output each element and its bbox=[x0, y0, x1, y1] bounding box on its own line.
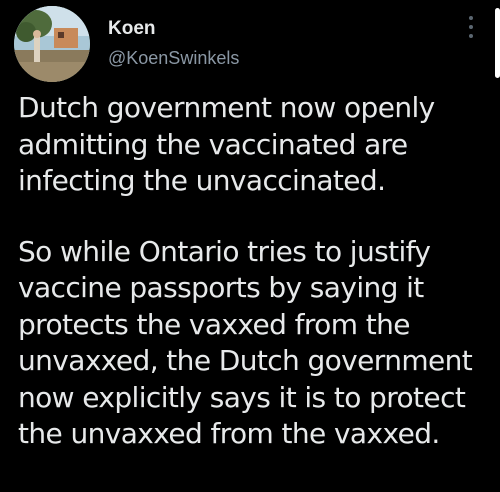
tweet-header: Koen @KoenSwinkels bbox=[14, 6, 484, 82]
scrollbar[interactable] bbox=[495, 8, 500, 78]
tweet-line: now explicitly says it is to protect bbox=[18, 380, 466, 414]
user-handle[interactable]: @KoenSwinkels bbox=[108, 48, 239, 68]
tweet-text: Dutch government now openly admitting th… bbox=[18, 90, 488, 453]
tweet-line: vaccine passports by saying it bbox=[18, 271, 424, 304]
tweet-line: Dutch government now openly bbox=[18, 91, 435, 124]
avatar[interactable] bbox=[14, 6, 90, 82]
tweet-line: protects the vaxxed from the bbox=[18, 307, 410, 341]
tweet-line: infecting the unvaccinated. bbox=[18, 164, 386, 197]
profile-photo-icon bbox=[14, 6, 90, 82]
author-names: Koen @KoenSwinkels bbox=[108, 18, 239, 68]
tweet-paragraph: Dutch government now openly admitting th… bbox=[18, 90, 488, 200]
tweet-paragraph: So while Ontario tries to justify vaccin… bbox=[18, 234, 488, 453]
display-name[interactable]: Koen bbox=[108, 18, 239, 40]
tweet-line: unvaxxed, the Dutch government bbox=[18, 344, 473, 377]
more-vertical-icon[interactable] bbox=[466, 16, 476, 44]
tweet-line: So while Ontario tries to justify bbox=[18, 234, 431, 268]
tweet: Koen @KoenSwinkels Dutch government now … bbox=[0, 0, 500, 492]
tweet-line: admitting the vaccinated are bbox=[18, 127, 408, 161]
tweet-line: the unvaxxed from the vaxxed. bbox=[18, 417, 440, 450]
